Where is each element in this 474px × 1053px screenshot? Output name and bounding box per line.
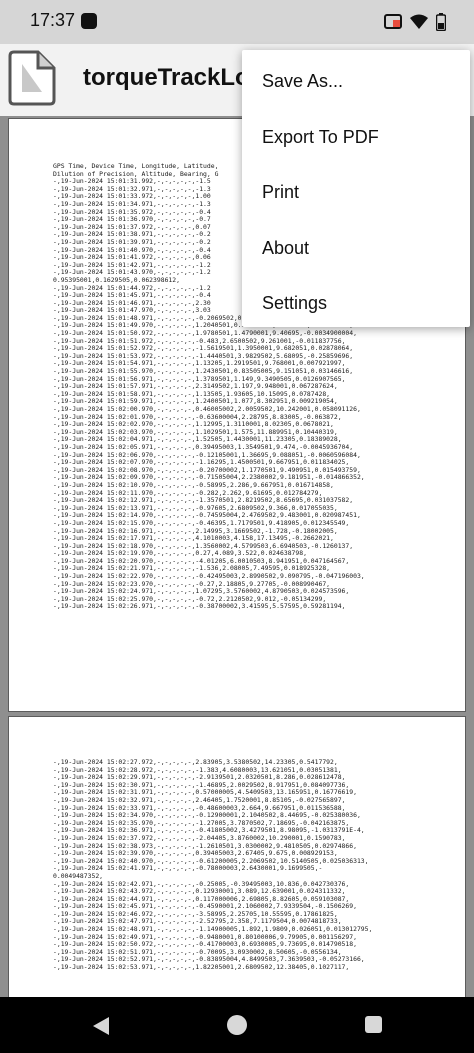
wifi-icon xyxy=(410,14,428,29)
app-logo-icon xyxy=(8,50,56,106)
menu-item-save-as[interactable]: Save As... xyxy=(242,54,470,110)
menu-item-settings[interactable]: Settings xyxy=(242,276,470,332)
status-time: 17:37 xyxy=(30,10,76,30)
home-icon[interactable] xyxy=(227,1015,247,1035)
app-title: torqueTrackLog xyxy=(83,64,265,91)
battery-icon xyxy=(436,13,446,31)
app-notification-icon xyxy=(81,13,97,29)
navigation-bar xyxy=(0,997,474,1053)
back-icon[interactable] xyxy=(92,1016,110,1036)
menu-item-about[interactable]: About xyxy=(242,221,470,277)
text-line: -,19-Jun-2024 15:02:53.971,-,-,-,-,-,1.8… xyxy=(53,963,350,972)
recents-icon[interactable] xyxy=(365,1016,382,1033)
status-icons xyxy=(384,12,446,32)
screen: 17:37 torqueTrackLog GPS Time, Device Ti… xyxy=(0,0,474,1053)
menu-item-print[interactable]: Print xyxy=(242,165,470,221)
document-page: -,19-Jun-2024 15:02:27.972,-,-,-,-,-,2.8… xyxy=(8,716,466,997)
text-line: -,19-Jun-2024 15:02:26.971,-,-,-,-,-,-0.… xyxy=(53,602,346,611)
overflow-menu: Save As... Export To PDF Print About Set… xyxy=(242,50,470,327)
menu-item-export-to-pdf[interactable]: Export To PDF xyxy=(242,110,470,166)
status-bar: 17:37 xyxy=(0,0,474,44)
page-text: -,19-Jun-2024 15:02:27.972,-,-,-,-,-,2.8… xyxy=(53,758,372,972)
cast-icon xyxy=(384,14,402,29)
